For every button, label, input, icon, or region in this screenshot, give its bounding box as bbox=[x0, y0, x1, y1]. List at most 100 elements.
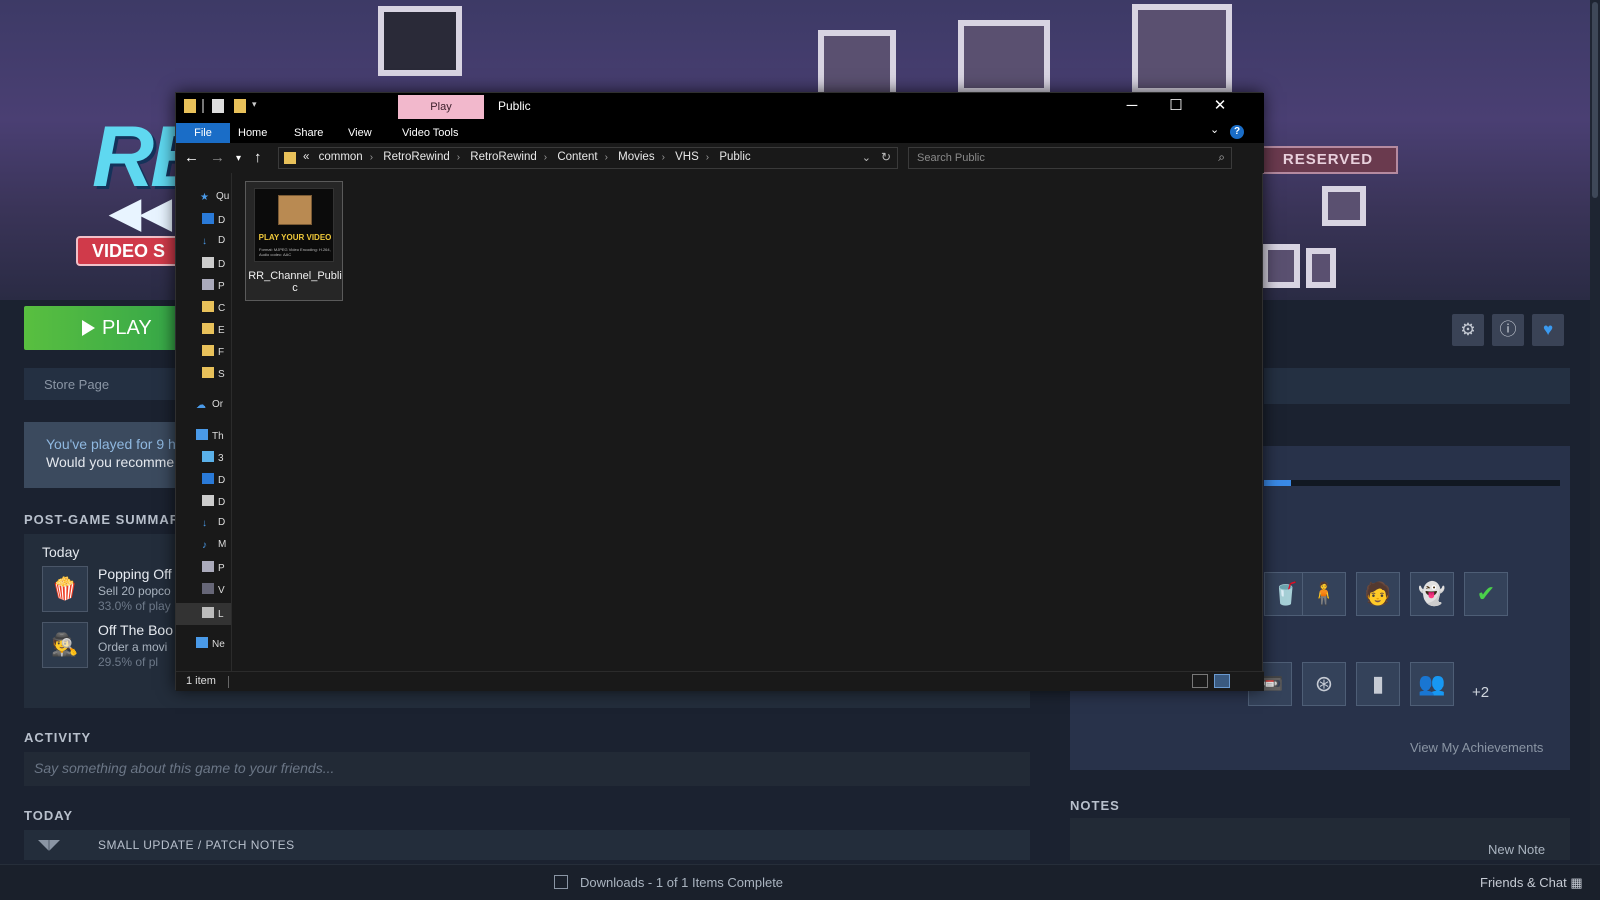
title-bar[interactable]: ▾ Play Public ─ ☐ ✕ bbox=[176, 93, 1264, 121]
file-item[interactable]: PLAY YOUR VIDEO Format: MJPEG Video Enco… bbox=[245, 181, 343, 301]
play-icon bbox=[82, 320, 95, 336]
nav-item[interactable]: V bbox=[202, 583, 231, 599]
nav-item[interactable]: 3 bbox=[202, 451, 231, 467]
new-folder-icon[interactable] bbox=[234, 99, 246, 113]
nav-item[interactable]: D bbox=[202, 473, 231, 489]
today-label: Today bbox=[42, 544, 80, 560]
status-bar: 1 item bbox=[176, 671, 1264, 691]
pictures-icon bbox=[202, 561, 214, 572]
chevron-right-icon[interactable]: › bbox=[605, 152, 608, 163]
breadcrumb-item[interactable]: Content bbox=[557, 151, 597, 163]
breadcrumb-item[interactable]: common bbox=[319, 151, 363, 163]
tab-share[interactable]: Share bbox=[294, 123, 323, 143]
nav-item[interactable]: ♪ M bbox=[202, 539, 231, 555]
folder-icon bbox=[202, 301, 214, 312]
poster-frame bbox=[1132, 4, 1232, 94]
friends-chat-button[interactable]: Friends & Chat ▦ bbox=[1480, 875, 1583, 891]
chevron-right-icon[interactable]: › bbox=[457, 152, 460, 163]
achievement-icon[interactable]: 👻 bbox=[1410, 572, 1454, 616]
heart-icon[interactable]: ♥ bbox=[1532, 314, 1564, 346]
gear-icon[interactable]: ⚙ bbox=[1452, 314, 1484, 346]
locked-achievement-icon[interactable]: ▮ bbox=[1356, 662, 1400, 706]
quick-access-dropdown-icon[interactable]: ▾ bbox=[252, 99, 257, 110]
chevron-down-icon[interactable]: ⌄ bbox=[862, 151, 871, 164]
view-achievements-link[interactable]: View My Achievements bbox=[1410, 740, 1543, 755]
breadcrumb-item[interactable]: RetroRewind bbox=[470, 151, 536, 163]
content-scrollbar[interactable] bbox=[1242, 173, 1262, 671]
large-icons-view-icon[interactable] bbox=[1214, 674, 1230, 688]
achievement-icon[interactable]: ✔ bbox=[1464, 572, 1508, 616]
breadcrumb-item[interactable]: VHS bbox=[675, 151, 699, 163]
window-title: Public bbox=[498, 99, 531, 113]
close-icon[interactable]: ✕ bbox=[1198, 93, 1242, 121]
tab-home[interactable]: Home bbox=[238, 123, 267, 143]
tab-view[interactable]: View bbox=[348, 123, 372, 143]
back-arrow-icon[interactable]: ← bbox=[184, 149, 199, 166]
pictures-icon bbox=[202, 279, 214, 290]
activity-input[interactable]: Say something about this game to your fr… bbox=[24, 752, 1030, 786]
search-input[interactable]: Search Public ⌕ bbox=[908, 147, 1232, 169]
expand-ribbon-icon[interactable]: ⌄ bbox=[1210, 123, 1219, 136]
chevron-right-icon[interactable]: › bbox=[662, 152, 665, 163]
properties-icon[interactable] bbox=[212, 99, 224, 113]
separator bbox=[228, 676, 229, 688]
nav-item[interactable]: F bbox=[202, 345, 231, 361]
up-arrow-icon[interactable]: ↑ bbox=[254, 149, 262, 166]
maximize-icon[interactable]: ☐ bbox=[1154, 93, 1198, 121]
poster-frame bbox=[1262, 244, 1300, 288]
tab-video-tools[interactable]: Video Tools bbox=[402, 123, 458, 143]
nav-item[interactable]: P bbox=[202, 279, 231, 295]
forward-arrow-icon[interactable]: → bbox=[210, 149, 225, 166]
achievement-icon[interactable]: 🧍 bbox=[1302, 572, 1346, 616]
details-view-icon[interactable] bbox=[1192, 674, 1208, 688]
locked-achievement-icon[interactable]: 👥 bbox=[1410, 662, 1454, 706]
navigation-bar: ← → ▾ ↑ « common › RetroRewind › RetroRewi… bbox=[176, 143, 1264, 173]
nav-item[interactable]: D bbox=[202, 257, 231, 273]
bottom-bar bbox=[0, 864, 1600, 900]
nav-item[interactable]: S bbox=[202, 367, 231, 383]
patch-notes-row[interactable]: ◥◤ SMALL UPDATE / PATCH NOTES bbox=[24, 830, 1030, 860]
nav-item[interactable]: C bbox=[202, 301, 231, 317]
nav-item[interactable]: P bbox=[202, 561, 231, 577]
desktop-icon bbox=[202, 473, 214, 484]
nav-item[interactable]: D bbox=[202, 495, 231, 511]
minimize-icon[interactable]: ─ bbox=[1110, 93, 1154, 121]
nav-item[interactable]: E bbox=[202, 323, 231, 339]
page-scrollbar[interactable] bbox=[1590, 0, 1600, 864]
new-note-button[interactable]: New Note bbox=[1488, 842, 1545, 857]
address-bar[interactable]: « common › RetroRewind › RetroRewind › Cont… bbox=[278, 147, 898, 169]
achievement-pct: 33.0% of play bbox=[98, 599, 171, 613]
nav-item-local-disk[interactable]: L bbox=[202, 607, 231, 623]
recent-locations-icon[interactable]: ▾ bbox=[236, 153, 241, 164]
play-context-tab[interactable]: Play bbox=[398, 95, 484, 119]
downloads-status[interactable]: Downloads - 1 of 1 Items Complete bbox=[554, 875, 783, 890]
nav-item-this-pc[interactable]: Th bbox=[196, 429, 226, 445]
info-strip bbox=[1264, 368, 1570, 404]
chevron-right-icon[interactable]: › bbox=[544, 152, 547, 163]
chevron-right-icon[interactable]: › bbox=[706, 152, 709, 163]
nav-item[interactable]: D bbox=[202, 213, 231, 229]
breadcrumb-item[interactable]: Public bbox=[719, 151, 750, 163]
chevron-right-icon[interactable]: › bbox=[370, 152, 373, 163]
poster-frame bbox=[1322, 186, 1366, 226]
file-list: PLAY YOUR VIDEO Format: MJPEG Video Enco… bbox=[232, 173, 1242, 671]
nav-item[interactable]: ↓ D bbox=[202, 517, 231, 533]
nav-item-network[interactable]: Ne bbox=[196, 637, 226, 653]
more-achievements-count[interactable]: +2 bbox=[1472, 684, 1489, 701]
nav-item-quick-access[interactable]: ★ Qu bbox=[200, 191, 230, 207]
tab-file[interactable]: File bbox=[176, 123, 230, 143]
download-icon: ↓ bbox=[202, 518, 207, 529]
nav-item[interactable]: ↓ D bbox=[202, 235, 231, 251]
progress-fill bbox=[1264, 480, 1291, 486]
locked-achievement-icon[interactable]: ⊛ bbox=[1302, 662, 1346, 706]
nav-item-onedrive[interactable]: ☁ Or bbox=[196, 399, 226, 415]
refresh-icon[interactable]: ↻ bbox=[881, 150, 891, 164]
breadcrumb-item[interactable]: Movies bbox=[618, 151, 654, 163]
overflow-chevron[interactable]: « bbox=[303, 151, 309, 163]
help-icon[interactable]: ? bbox=[1230, 125, 1244, 139]
post-game-summary-title: POST-GAME SUMMAR bbox=[24, 512, 181, 527]
scrollbar-thumb[interactable] bbox=[1592, 2, 1598, 198]
achievement-icon[interactable]: 🧑 bbox=[1356, 572, 1400, 616]
breadcrumb-item[interactable]: RetroRewind bbox=[383, 151, 449, 163]
info-icon[interactable]: ⓘ bbox=[1492, 314, 1524, 346]
